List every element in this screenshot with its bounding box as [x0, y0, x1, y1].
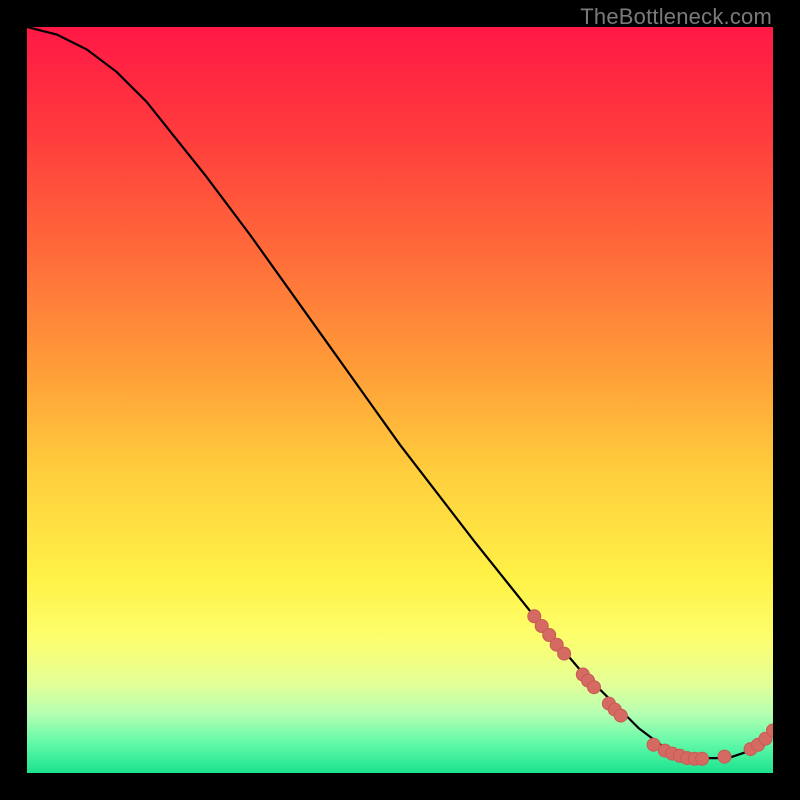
- plot-area: [27, 27, 773, 773]
- markers-group: [528, 610, 773, 766]
- data-marker: [614, 709, 627, 722]
- data-marker: [558, 647, 571, 660]
- chart-svg: [27, 27, 773, 773]
- chart-stage: TheBottleneck.com: [0, 0, 800, 800]
- curve-line: [27, 27, 773, 758]
- data-marker: [696, 752, 709, 765]
- data-marker: [588, 681, 601, 694]
- data-marker: [718, 750, 731, 763]
